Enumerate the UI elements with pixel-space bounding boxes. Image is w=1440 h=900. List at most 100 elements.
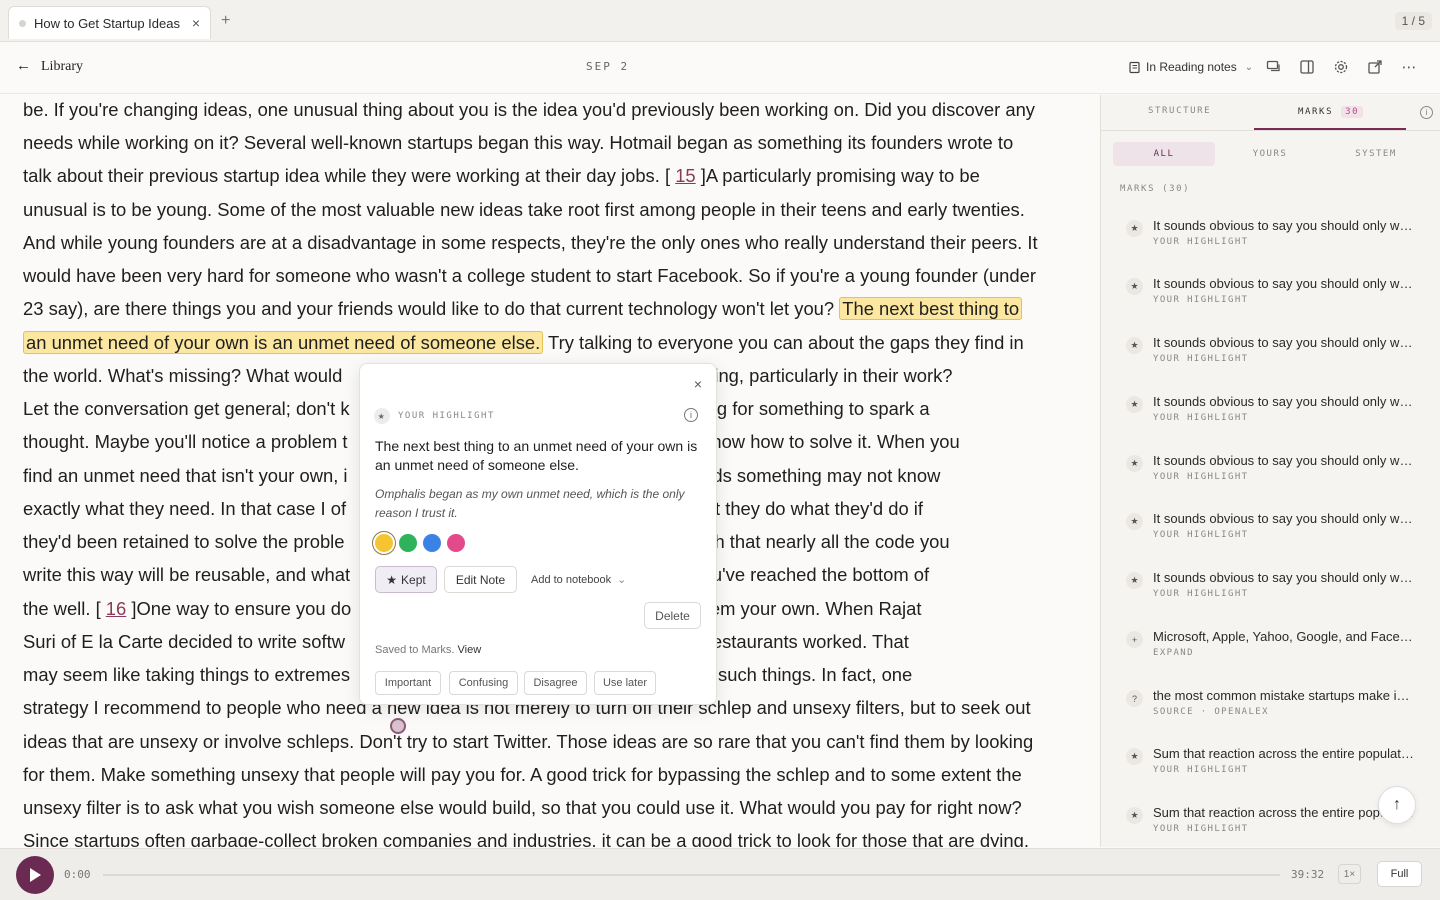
color-swatch[interactable] [447, 534, 465, 552]
text-run: the well. [ [23, 598, 106, 619]
document-tab[interactable]: How to Get Startup Ideas × [8, 6, 211, 39]
highlighted-text[interactable]: The next best thing to [839, 297, 1023, 320]
footnote-link[interactable]: 15 [675, 165, 695, 186]
add-to-notebook-dropdown[interactable]: Add to notebook ⌄ [531, 573, 626, 586]
marks-count-badge: 30 [1341, 106, 1364, 118]
tab-bar: How to Get Startup Ideas × + 1 / 5 [0, 0, 1440, 42]
new-tab-icon[interactable]: + [221, 12, 230, 30]
saved-status: Saved to Marks. View [375, 644, 481, 656]
mark-text: Sum that reaction across the entire popu… [1153, 746, 1415, 761]
text-run: unsexy filter is to ask what you wish so… [23, 797, 1022, 818]
tag-use-later[interactable]: Use later [594, 671, 656, 695]
reading-line: be. If you're changing ideas, one unusua… [23, 97, 1035, 123]
footnote-link[interactable]: 16 [106, 598, 126, 619]
tag-confusing[interactable]: Confusing [449, 671, 518, 695]
tag-important[interactable]: Important [375, 671, 441, 695]
gear-icon[interactable] [1331, 57, 1351, 77]
highlight-quote: The next best thing to an unmet need of … [375, 438, 698, 473]
text-run: Try talking to everyone you can about th… [543, 332, 1024, 353]
comments-icon[interactable] [1264, 57, 1284, 77]
tab-structure[interactable]: STRUCTURE [1148, 106, 1211, 116]
highlight-popover: × ★ YOUR HIGHLIGHT i The next best thing… [359, 363, 717, 705]
chevron-down-icon: ⌄ [617, 574, 627, 586]
mark-type-icon: ★ [1126, 572, 1143, 589]
tab-title: How to Get Startup Ideas [34, 15, 180, 31]
text-run: And while young founders are at a disadv… [23, 232, 1038, 253]
reading-line: talk about their previous startup idea w… [23, 163, 980, 189]
progress-track[interactable] [103, 874, 1280, 876]
play-button[interactable] [16, 856, 54, 894]
highlighted-text[interactable]: an unmet need of your own is an unmet ne… [23, 331, 544, 354]
reading-line: would have been very hard for someone wh… [23, 263, 1036, 289]
duration: 39:32 [1291, 868, 1325, 881]
active-tab-indicator [1254, 128, 1406, 130]
playback-speed-button[interactable]: 1× [1338, 864, 1361, 884]
color-swatch[interactable] [399, 534, 417, 552]
reading-line: Since startups often garbage-collect bro… [23, 828, 1029, 847]
reading-line: for them. Make something unsexy that peo… [23, 762, 1022, 788]
marks-count-label: MARKS (30) [1120, 184, 1191, 194]
reading-line: And while young founders are at a disadv… [23, 230, 1038, 256]
filter-yours[interactable]: YOURS [1219, 142, 1321, 166]
marks-sidebar: STRUCTURE MARKS 30 i ALL YOURS SYSTEM MAR… [1100, 95, 1440, 847]
mark-type-icon: ★ [1126, 807, 1143, 824]
edit-note-button[interactable]: Edit Note [444, 566, 517, 593]
mark-text: It sounds obvious to say you should only… [1153, 335, 1415, 350]
mark-source: EXPAND [1153, 648, 1194, 658]
document-date: SEP 2 [586, 60, 630, 73]
mouse-cursor [390, 718, 406, 734]
tab-marks[interactable]: MARKS 30 [1298, 106, 1364, 118]
mark-source: YOUR HIGHLIGHT [1153, 589, 1249, 599]
mark-text: It sounds obvious to say you should only… [1153, 453, 1415, 468]
mark-text: It sounds obvious to say you should only… [1153, 218, 1415, 233]
filter-system[interactable]: SYSTEM [1325, 142, 1427, 166]
chevron-down-icon: ⌄ [1244, 61, 1254, 73]
close-icon[interactable]: × [694, 376, 702, 392]
text-run: ideas that are unsexy or involve schleps… [23, 731, 1034, 752]
mark-type-icon: ? [1126, 690, 1143, 707]
mark-text: It sounds obvious to say you should only… [1153, 570, 1415, 585]
text-run: be. If you're changing ideas, one unusua… [23, 99, 1036, 120]
mark-text: Sum that reaction across the entire popu… [1153, 805, 1415, 820]
current-time: 0:00 [64, 868, 91, 881]
tag-disagree[interactable]: Disagree [524, 671, 587, 695]
notes-mode-dropdown[interactable]: In Reading notes ⌄ [1128, 60, 1253, 74]
mark-type-icon: ★ [1126, 220, 1143, 237]
mark-type-icon: ★ [1126, 278, 1143, 295]
mark-source: YOUR HIGHLIGHT [1153, 824, 1249, 834]
mark-text: Microsoft, Apple, Yahoo, Google, and Fac… [1153, 629, 1415, 644]
external-link-icon[interactable] [1365, 57, 1385, 77]
page-count: 1 / 5 [1394, 12, 1432, 30]
tab-divider [1101, 130, 1440, 131]
more-icon[interactable]: ⋯ [1399, 57, 1419, 77]
mark-source: YOUR HIGHLIGHT [1153, 413, 1249, 423]
filter-all[interactable]: ALL [1113, 142, 1215, 166]
mark-source: YOUR HIGHLIGHT [1153, 765, 1249, 775]
color-swatch[interactable] [375, 534, 393, 552]
mark-text: It sounds obvious to say you should only… [1153, 511, 1415, 526]
reader-header: ← Library SEP 2 In Reading notes ⌄ ⋯ [0, 42, 1440, 94]
notebook-icon [1129, 61, 1140, 73]
reading-line: 23 say), are there things you and your f… [23, 296, 1023, 322]
full-player-button[interactable]: Full [1377, 861, 1422, 887]
kept-button[interactable]: ★ Kept [375, 566, 437, 593]
close-tab-icon[interactable]: × [192, 15, 200, 31]
color-swatch[interactable] [423, 534, 441, 552]
mark-source: YOUR HIGHLIGHT [1153, 237, 1249, 247]
mark-type-icon: + [1126, 631, 1143, 648]
mark-type-icon: ★ [1126, 748, 1143, 765]
scroll-to-top-button[interactable]: ↑ [1378, 786, 1416, 824]
kept-label: Kept [401, 572, 426, 587]
delete-button[interactable]: Delete [644, 602, 701, 629]
highlight-note[interactable]: Omphalis began as my own unmet need, whi… [375, 485, 705, 523]
reading-line: unsexy filter is to ask what you wish so… [23, 795, 1022, 821]
info-icon[interactable]: i [684, 408, 698, 422]
text-run: talk about their previous startup idea w… [23, 165, 676, 186]
back-to-library-button[interactable]: ← Library [16, 58, 83, 75]
mark-type-icon: ★ [1126, 396, 1143, 413]
info-icon[interactable]: i [1420, 106, 1433, 119]
view-marks-link[interactable]: View [458, 644, 482, 656]
text-run: needs while working on it? Several well-… [23, 132, 1014, 153]
arrow-up-icon: ↑ [1393, 796, 1401, 813]
split-view-icon[interactable] [1297, 57, 1317, 77]
